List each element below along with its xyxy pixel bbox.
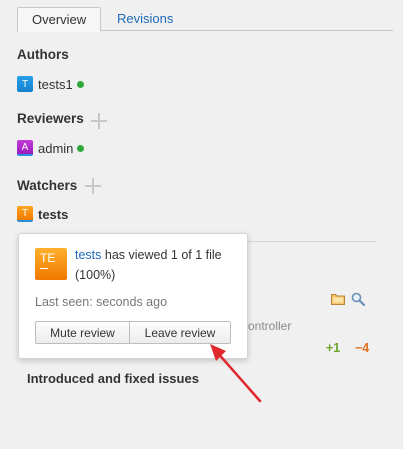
reviewer-name: admin bbox=[38, 140, 74, 156]
arrow-annotation bbox=[210, 344, 262, 403]
add-reviewer-plus-icon[interactable] bbox=[91, 113, 107, 129]
watcher-name: tests bbox=[38, 206, 69, 222]
divider bbox=[248, 241, 376, 242]
user-link[interactable]: tests bbox=[75, 248, 101, 262]
tab-overview[interactable]: Overview bbox=[17, 7, 101, 32]
viewed-status: tests has viewed 1 of 1 file bbox=[75, 248, 222, 262]
last-seen-text: Last seen: seconds ago bbox=[35, 295, 168, 309]
additions-count: +1 bbox=[326, 341, 341, 355]
avatar: A bbox=[17, 140, 33, 156]
online-status-icon bbox=[76, 80, 84, 88]
author-name: tests1 bbox=[38, 76, 73, 92]
avatar: TE bbox=[35, 248, 67, 280]
online-status-icon bbox=[77, 144, 85, 152]
authors-title: Authors bbox=[17, 47, 69, 62]
viewed-text: has viewed 1 of 1 file bbox=[101, 248, 222, 262]
watcher-row[interactable]: T tests bbox=[17, 205, 68, 223]
add-watcher-plus-icon[interactable] bbox=[85, 178, 101, 194]
issues-title: Introduced and fixed issues bbox=[27, 371, 199, 386]
mute-review-button[interactable]: Mute review bbox=[35, 321, 130, 344]
search-icon[interactable] bbox=[351, 292, 365, 306]
avatar: T bbox=[17, 76, 33, 92]
watchers-title: Watchers bbox=[17, 178, 78, 193]
file-path-text: ontroller bbox=[248, 319, 292, 333]
avatar-initials: TE bbox=[40, 251, 56, 265]
avatar-underline bbox=[40, 268, 48, 269]
reviewers-title: Reviewers bbox=[17, 111, 84, 126]
reviewer-row[interactable]: A admin bbox=[17, 139, 85, 157]
author-row[interactable]: T tests1 bbox=[17, 75, 84, 93]
deletions-count: −4 bbox=[355, 341, 370, 355]
avatar: T bbox=[17, 206, 33, 222]
tab-revisions[interactable]: Revisions bbox=[103, 7, 187, 32]
viewed-percent: (100%) bbox=[75, 268, 116, 282]
tab-bar: Overview Revisions bbox=[17, 7, 393, 32]
folder-icon[interactable] bbox=[331, 293, 345, 305]
